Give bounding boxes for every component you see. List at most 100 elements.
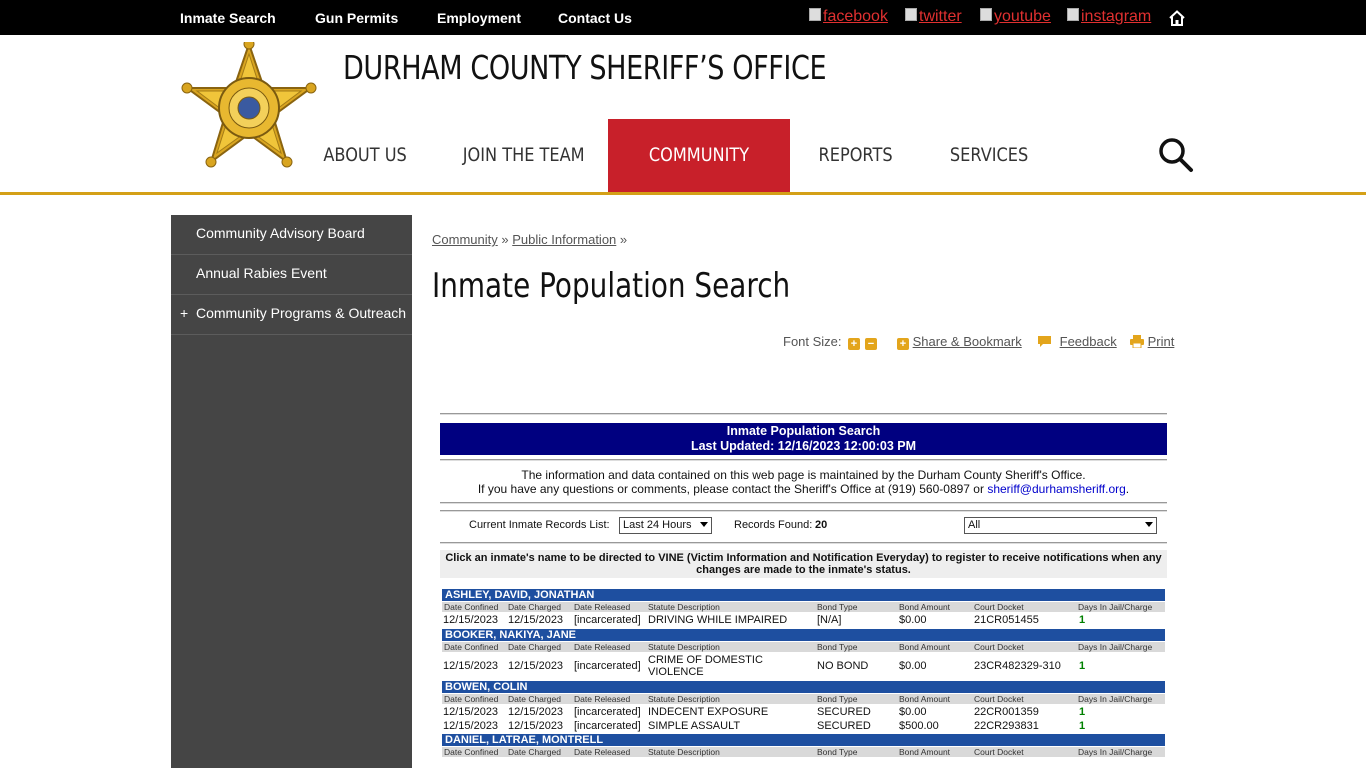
col-date-confined: Date Confined [444,642,499,652]
cell-days: 1 [1079,660,1086,672]
filter-select[interactable]: All [964,517,1157,534]
top-utility-bar: Inmate Search Gun Permits Employment Con… [0,0,1366,35]
youtube-alt-text: youtube [994,8,1051,25]
share-plus-icon: + [897,338,909,350]
inmate-search-report: Inmate Population Search Last Updated: 1… [440,413,1167,778]
col-court-docket: Court Docket [974,602,1024,612]
topnav-gun-permits-link[interactable]: Gun Permits [315,10,398,26]
nav-services[interactable]: SERVICES [938,119,1040,192]
filter-value: All [968,519,981,531]
nav-about-us[interactable]: ABOUT US [310,119,420,192]
cell-charged: 12/15/2023 [508,706,564,718]
col-bond-amount: Bond Amount [899,642,951,652]
cell-statute: INDECENT EXPOSURE [648,706,769,718]
inmate-name-link[interactable]: ASHLEY, DAVID, JONATHAN [442,589,1165,601]
col-days-in-jail: Days In Jail/Charge [1078,642,1153,652]
col-date-charged: Date Charged [508,747,561,757]
plus-icon: + [848,338,860,350]
nav-reports-label: REPORTS [818,144,894,166]
inmate-name-link[interactable]: DANIEL, LATRAE, MONTRELL [442,734,1165,746]
breadcrumb-separator: » [619,232,628,247]
sidebar-item-label: Community Programs & Outreach [196,305,407,321]
cell-bond-type: SECURED [817,706,871,718]
topnav-contact-us-link[interactable]: Contact Us [558,10,632,26]
col-court-docket: Court Docket [974,694,1024,704]
home-icon[interactable] [1168,9,1186,27]
cell-confined: 12/15/2023 [443,706,499,718]
col-date-released: Date Released [574,747,631,757]
twitter-link[interactable]: twitter [905,8,962,26]
banner-title: Inmate Population Search [726,424,881,438]
broken-image-icon [980,8,992,21]
sidebar-item-community-advisory-board[interactable]: Community Advisory Board [171,215,412,255]
column-header-row: Date Confined Date Charged Date Released… [442,602,1165,612]
col-bond-amount: Bond Amount [899,747,951,757]
feedback-link[interactable]: Feedback [1060,334,1117,349]
share-bookmark-link[interactable]: Share & Bookmark [913,334,1022,349]
site-title[interactable]: DURHAM COUNTY SHERIFF’S OFFICE [343,48,827,87]
nav-join-the-team[interactable]: JOIN THE TEAM [452,119,590,192]
cell-docket: 23CR482329-310 [974,660,1061,672]
youtube-link[interactable]: youtube [980,8,1051,26]
nav-community[interactable]: COMMUNITY [608,119,790,192]
breadcrumb-public-information-link[interactable]: Public Information [512,232,616,247]
broken-image-icon [905,8,917,21]
email-link[interactable]: sheriff@durhamsheriff.org [987,482,1125,496]
nav-community-label: COMMUNITY [648,144,750,166]
chevron-down-icon [1145,522,1153,527]
minus-icon: − [865,338,877,350]
info-line-2-period: . [1125,482,1130,496]
cell-days: 1 [1079,706,1086,718]
inmate-name-link[interactable]: BOWEN, COLIN [442,681,1165,693]
divider [440,502,1167,504]
vine-notice: Click an inmate's name to be directed to… [440,550,1167,578]
nav-join-the-team-label: JOIN THE TEAM [462,144,585,166]
inmate-table: ASHLEY, DAVID, JONATHAN Date Confined Da… [440,578,1167,778]
facebook-alt-text: facebook [823,8,888,25]
feedback-button[interactable]: Feedback [1037,334,1117,349]
sidebar-item-annual-rabies-event[interactable]: Annual Rabies Event [171,255,412,295]
share-bookmark-button[interactable]: + Share & Bookmark [897,334,1022,350]
col-bond-type: Bond Type [817,747,858,757]
records-list-select[interactable]: Last 24 Hours [619,517,712,534]
topnav-inmate-search-link[interactable]: Inmate Search [180,10,276,26]
cell-docket: 21CR051455 [974,614,1039,626]
cell-confined: 12/15/2023 [443,660,499,672]
nav-reports[interactable]: REPORTS [806,119,906,192]
instagram-link[interactable]: instagram [1067,8,1151,26]
table-row: 12/15/2023 12/15/2023 [incarcerated] SIM… [442,720,1165,733]
expand-plus-icon[interactable]: + [180,295,188,332]
broken-image-icon [1067,8,1079,21]
font-size-label: Font Size: [783,334,842,349]
cell-released: [incarcerated] [574,706,641,718]
font-size-increase-button[interactable]: + [848,334,860,350]
cell-docket: 22CR001359 [974,706,1039,718]
info-line-1: The information and data contained on th… [521,468,1086,482]
cell-statute: DRIVING WHILE IMPAIRED [648,614,788,626]
facebook-link[interactable]: facebook [809,8,888,26]
divider [440,413,1167,415]
info-text: The information and data contained on th… [440,468,1167,496]
sidebar-item-label: Community Advisory Board [196,225,365,241]
font-size-decrease-button[interactable]: − [865,334,877,350]
nav-about-us-label: ABOUT US [323,144,407,166]
col-days-in-jail: Days In Jail/Charge [1078,694,1153,704]
search-icon[interactable] [1158,137,1194,173]
col-bond-type: Bond Type [817,694,858,704]
sheriff-star-badge-logo[interactable] [180,42,318,174]
page-title: Inmate Population Search [432,266,791,306]
topnav-employment-link[interactable]: Employment [437,10,521,26]
col-bond-amount: Bond Amount [899,602,951,612]
print-button[interactable]: Print [1130,334,1174,349]
info-line-2: If you have any questions or comments, p… [440,482,1167,496]
cell-charged: 12/15/2023 [508,720,564,732]
breadcrumb-separator: » [501,232,509,247]
sidebar-item-community-programs-outreach[interactable]: + Community Programs & Outreach [171,295,412,335]
col-court-docket: Court Docket [974,747,1024,757]
instagram-alt-text: instagram [1081,8,1152,25]
inmate-name-link[interactable]: BOOKER, NAKIYA, JANE [442,629,1165,641]
column-header-row: Date Confined Date Charged Date Released… [442,642,1165,652]
print-link[interactable]: Print [1148,334,1175,349]
breadcrumb-community-link[interactable]: Community [432,232,498,247]
divider [440,542,1167,544]
